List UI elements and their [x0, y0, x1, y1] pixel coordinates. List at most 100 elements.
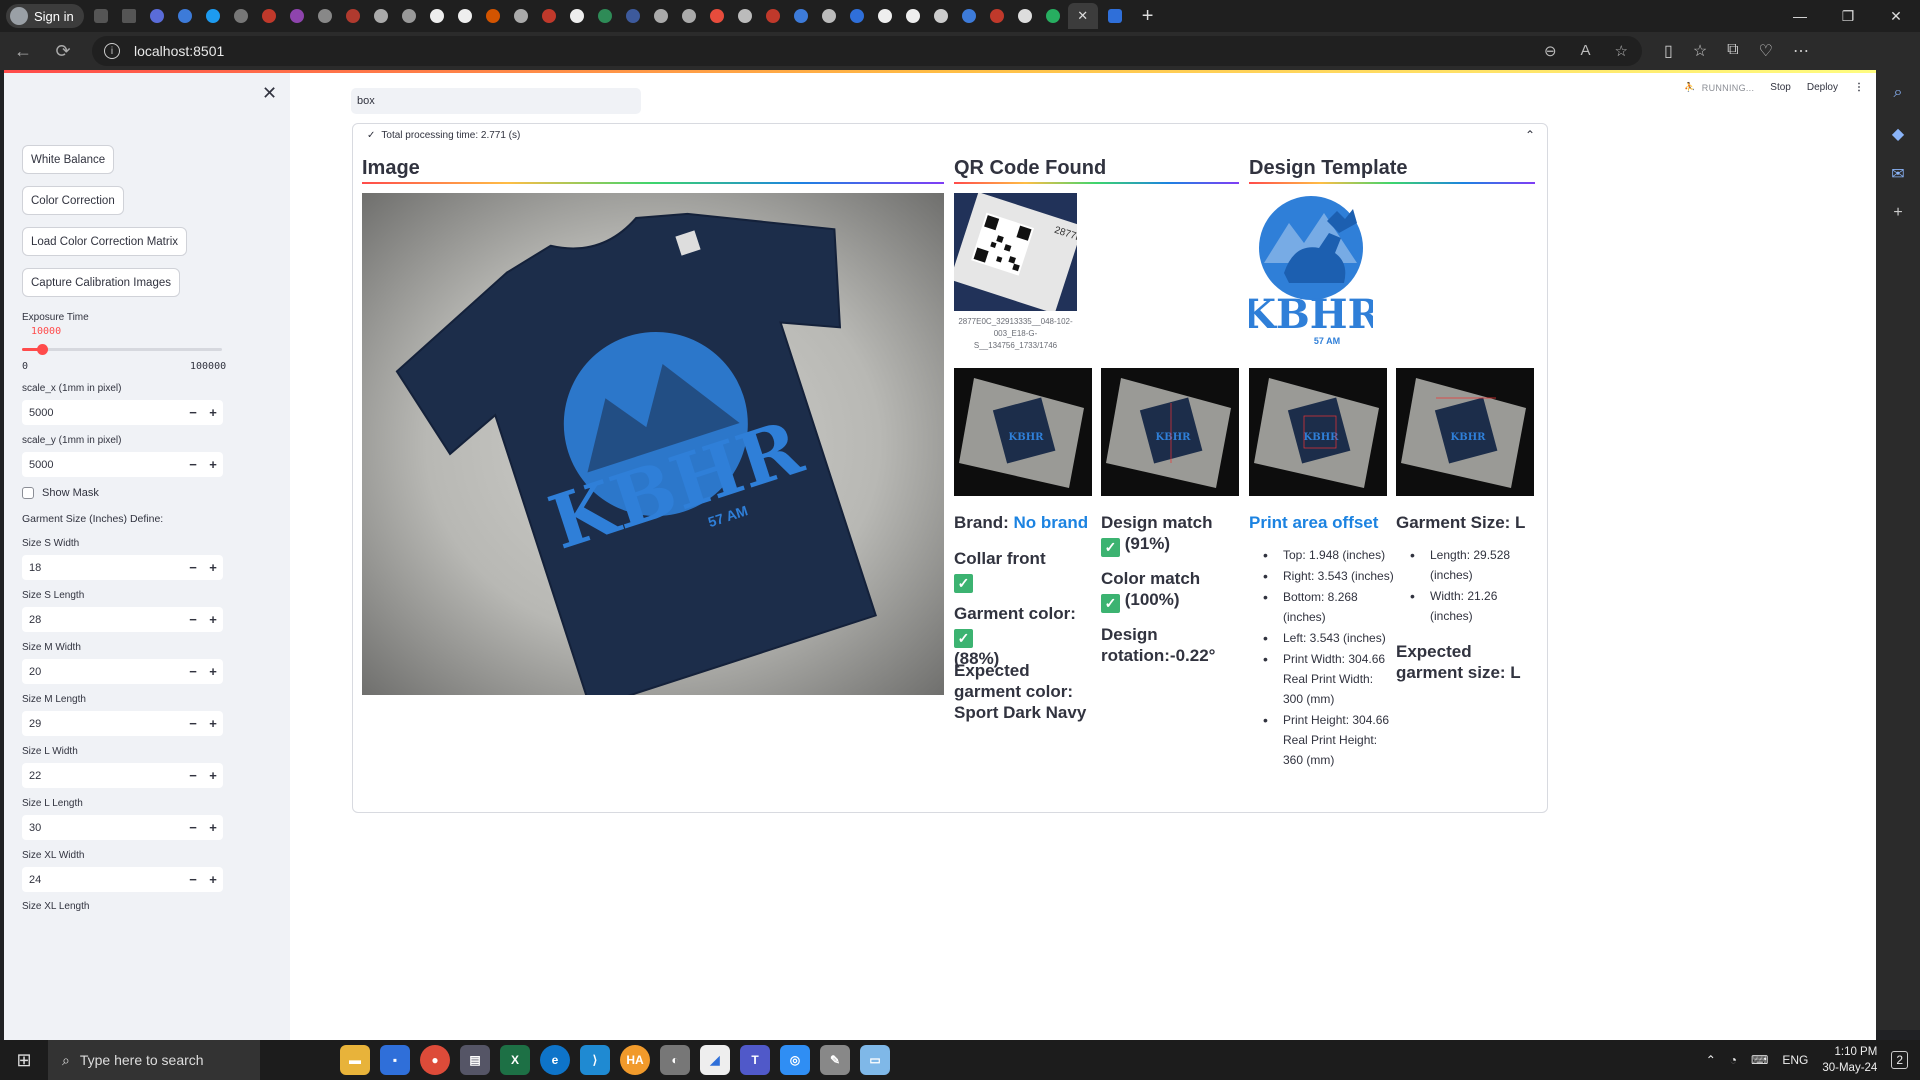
chrome-icon[interactable]: ●	[420, 1045, 450, 1075]
store-icon[interactable]: ▪	[380, 1045, 410, 1075]
tab-favicon[interactable]	[202, 5, 224, 27]
edge-icon[interactable]: e	[540, 1045, 570, 1075]
tab-favicon[interactable]	[622, 5, 644, 27]
tab-favicon[interactable]	[370, 5, 392, 27]
notification-icon[interactable]: 2	[1891, 1051, 1908, 1069]
tab-favicon[interactable]	[734, 5, 756, 27]
stop-button[interactable]: Stop	[1770, 82, 1791, 93]
decrement-button[interactable]: −	[183, 457, 203, 472]
restore-icon[interactable]: ❐	[1824, 0, 1872, 32]
extensions-icon[interactable]: ♡	[1759, 41, 1773, 61]
favorites-icon[interactable]: ☆	[1693, 41, 1707, 61]
search-icon[interactable]: ⌕	[1888, 84, 1908, 104]
increment-button[interactable]: +	[203, 716, 223, 731]
increment-button[interactable]: +	[203, 560, 223, 575]
teams-icon[interactable]: T	[740, 1045, 770, 1075]
color-correction-button[interactable]: Color Correction	[22, 186, 124, 215]
tab-favicon[interactable]	[1014, 5, 1036, 27]
size-field-input[interactable]: 29 − +	[22, 711, 223, 736]
tab-favicon[interactable]	[230, 5, 252, 27]
chevron-up-icon[interactable]: ⌃	[1525, 128, 1535, 142]
size-field-input[interactable]: 28 − +	[22, 607, 223, 632]
tab-favicon[interactable]	[594, 5, 616, 27]
decrement-button[interactable]: −	[183, 768, 203, 783]
decrement-button[interactable]: −	[183, 820, 203, 835]
decrement-button[interactable]: −	[183, 612, 203, 627]
minimize-icon[interactable]: —	[1776, 0, 1824, 32]
site-info-icon[interactable]: i	[104, 43, 120, 59]
windows-start-icon[interactable]: ⊞	[0, 1050, 48, 1071]
size-field-input[interactable]: 24 − +	[22, 867, 223, 892]
tab-favicon[interactable]	[510, 5, 532, 27]
copilot-icon[interactable]: ◆	[1888, 124, 1908, 144]
tab-favicon[interactable]	[314, 5, 336, 27]
signin-button[interactable]: Sign in	[6, 4, 84, 28]
increment-button[interactable]: +	[203, 820, 223, 835]
tab-favicon[interactable]	[650, 5, 672, 27]
app-icon[interactable]: ✎	[820, 1045, 850, 1075]
close-sidebar-icon[interactable]: ✕	[262, 83, 277, 104]
tab-favicon[interactable]	[286, 5, 308, 27]
capture-calibration-button[interactable]: Capture Calibration Images	[22, 268, 180, 297]
exposure-slider-track[interactable]	[22, 348, 222, 351]
read-aloud-icon[interactable]: A	[1581, 42, 1591, 60]
tab-favicon[interactable]	[846, 5, 868, 27]
decrement-button[interactable]: −	[183, 664, 203, 679]
decrement-button[interactable]: −	[183, 872, 203, 887]
new-tab-button[interactable]: +	[1142, 5, 1154, 28]
outlook-icon[interactable]: ✉	[1888, 164, 1908, 184]
vscode-icon[interactable]: ⟩	[580, 1045, 610, 1075]
favorite-star-icon[interactable]: ☆	[1615, 42, 1628, 60]
tab-favicon[interactable]	[454, 5, 476, 27]
url-field[interactable]: i localhost:8501 ⊖ A ☆	[92, 36, 1642, 66]
size-field-input[interactable]: 20 − +	[22, 659, 223, 684]
tab-favicon[interactable]	[818, 5, 840, 27]
tab-favicon[interactable]	[762, 5, 784, 27]
tab-favicon[interactable]	[146, 5, 168, 27]
increment-button[interactable]: +	[203, 872, 223, 887]
increment-button[interactable]: +	[203, 405, 223, 420]
main-menu-icon[interactable]: ⋮	[1854, 82, 1864, 93]
search-input[interactable]: box	[351, 88, 641, 114]
chevron-up-icon[interactable]: ⌃	[1706, 1053, 1716, 1067]
keyboard-icon[interactable]: ⌨	[1751, 1053, 1768, 1067]
tab-favicon[interactable]	[986, 5, 1008, 27]
more-menu-icon[interactable]: ⋯	[1793, 41, 1809, 61]
expander-header[interactable]: ✓ Total processing time: 2.771 (s)	[367, 130, 520, 141]
home-assistant-icon[interactable]: HA	[620, 1045, 650, 1075]
tab-favicon[interactable]	[538, 5, 560, 27]
tab-favicon[interactable]	[958, 5, 980, 27]
workspaces-icon[interactable]	[90, 5, 112, 27]
decrement-button[interactable]: −	[183, 560, 203, 575]
back-arrow-icon[interactable]: ←	[6, 34, 40, 68]
split-screen-icon[interactable]: ▯	[1664, 41, 1673, 61]
network-icon[interactable]: ◔	[1730, 1053, 1737, 1067]
tab-favicon[interactable]	[342, 5, 364, 27]
tab-favicon[interactable]	[258, 5, 280, 27]
add-icon[interactable]: +	[1888, 204, 1908, 224]
decrement-button[interactable]: −	[183, 405, 203, 420]
tab-favicon[interactable]	[678, 5, 700, 27]
file-explorer-icon[interactable]: ▬	[340, 1045, 370, 1075]
tab-favicon[interactable]	[902, 5, 924, 27]
tab-favicon[interactable]	[174, 5, 196, 27]
size-field-input[interactable]: 22 − +	[22, 763, 223, 788]
clock[interactable]: 1:10 PM 30-May-24	[1822, 1044, 1877, 1076]
tab-favicon[interactable]	[426, 5, 448, 27]
tab-favicon[interactable]	[1042, 5, 1064, 27]
white-balance-button[interactable]: White Balance	[22, 145, 115, 174]
excel-icon[interactable]: X	[500, 1045, 530, 1075]
increment-button[interactable]: +	[203, 457, 223, 472]
tab-favicon[interactable]	[874, 5, 896, 27]
active-tab-close-button[interactable]: ✕	[1067, 3, 1098, 29]
tab-favicon[interactable]	[482, 5, 504, 27]
app-icon[interactable]: ▤	[460, 1045, 490, 1075]
app-icon[interactable]: ▭	[860, 1045, 890, 1075]
close-window-icon[interactable]: ✕	[1872, 0, 1920, 32]
app-icon[interactable]: ◐	[660, 1045, 690, 1075]
taskbar-search-input[interactable]: ⌕ Type here to search	[48, 1040, 260, 1080]
scale-y-input[interactable]: 5000 − +	[22, 452, 223, 477]
scale-x-input[interactable]: 5000 − +	[22, 400, 223, 425]
tab-favicon[interactable]	[790, 5, 812, 27]
increment-button[interactable]: +	[203, 612, 223, 627]
